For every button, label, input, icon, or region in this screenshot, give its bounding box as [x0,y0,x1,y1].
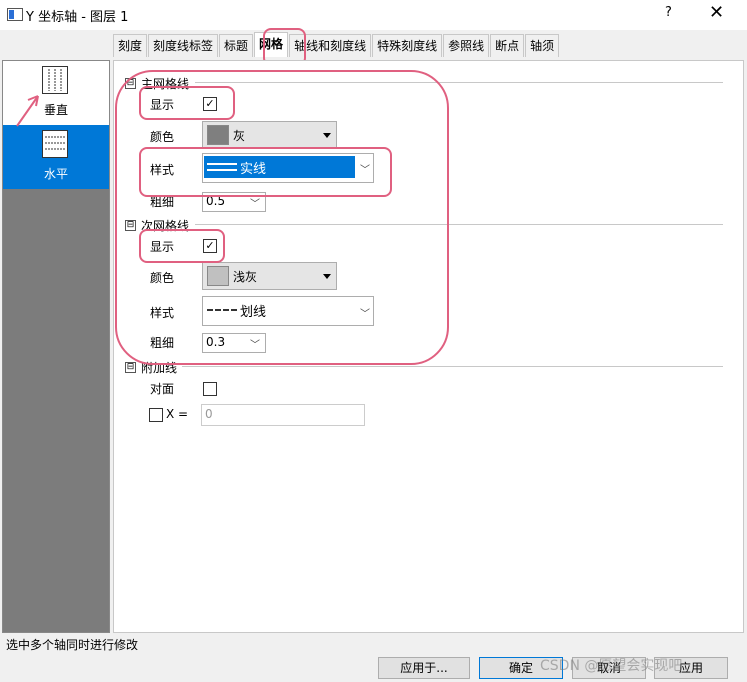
app-icon [7,8,23,21]
opposite-checkbox[interactable] [203,382,217,396]
section-divider [182,366,723,367]
tab-special-ticks[interactable]: 特殊刻度线 [372,34,443,57]
apply-to-button[interactable]: 应用于... [378,657,470,679]
title-bar: Y 坐标轴 - 图层 1 ? ✕ [0,0,747,30]
axis-item-horizontal[interactable]: 水平 [3,125,109,189]
collapse-icon[interactable]: ⊟ [125,362,136,373]
x-value-text: 0 [205,407,213,421]
x-equals-label: X = [166,407,189,421]
status-text: 选中多个轴同时进行修改 [6,638,139,652]
help-button[interactable]: ? [665,5,672,20]
axis-list: 垂直 水平 [2,60,110,633]
window-title: Y 坐标轴 - 图层 1 [26,10,129,25]
axis-item-label: 水平 [43,167,68,181]
tab-reference-lines[interactable]: 参照线 [443,34,490,57]
horizontal-grid-icon [42,130,68,158]
watermark: CSDN @愿望会实现吧 [540,658,683,674]
opposite-label: 对面 [150,382,175,396]
vertical-grid-icon [42,66,68,94]
tab-breaks[interactable]: 断点 [490,34,525,57]
annotation-grid-sections [115,70,449,365]
tab-tick-labels[interactable]: 刻度线标签 [148,34,219,57]
tab-title[interactable]: 标题 [219,34,254,57]
tab-strip: 刻度 刻度线标签 标题 网格 轴线和刻度线 特殊刻度线 参照线 断点 轴须 [113,32,560,60]
close-button[interactable]: ✕ [709,2,724,23]
annotation-arrow [16,95,39,127]
tab-rug[interactable]: 轴须 [525,34,560,57]
tab-scale[interactable]: 刻度 [113,34,148,57]
x-value-input[interactable]: 0 [201,404,365,426]
x-line-checkbox[interactable] [149,408,163,422]
